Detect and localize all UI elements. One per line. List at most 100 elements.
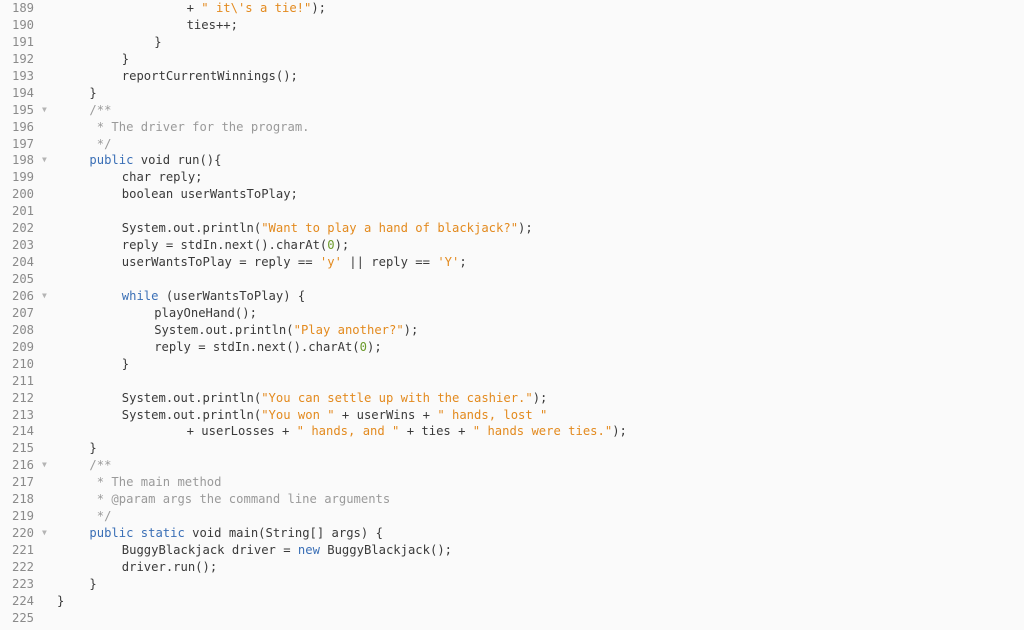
code-token: );: [334, 238, 350, 253]
line-number: 223: [12, 576, 35, 591]
code-line[interactable]: 201: [0, 203, 1024, 220]
code-text: }: [57, 85, 97, 102]
code-text: userWantsToPlay = reply == 'y' || reply …: [57, 254, 467, 271]
code-text: * The driver for the program.: [57, 119, 310, 136]
code-editor[interactable]: 189 + " it\'s a tie!"); 190 ties++; 191} 192}…: [0, 0, 1024, 627]
code-line[interactable]: 206 ▼ while (userWantsToPlay) {: [0, 288, 1024, 305]
code-text: }: [57, 440, 96, 457]
code-text: reportCurrentWinnings();: [57, 68, 298, 85]
line-number: 224: [12, 593, 35, 608]
string-token: 'y': [319, 255, 342, 270]
code-token: +: [186, 1, 202, 15]
code-text: System.out.println("Want to play a hand …: [57, 220, 533, 237]
code-line[interactable]: 204 userWantsToPlay = reply == 'y' || rep…: [0, 254, 1024, 271]
code-line[interactable]: 209 reply = stdIn.next().charAt(0);: [0, 339, 1024, 356]
fold-toggle-icon[interactable]: ▼: [42, 457, 47, 474]
code-line[interactable]: 193 reportCurrentWinnings();: [0, 68, 1024, 85]
line-number: 198: [12, 153, 35, 168]
code-line[interactable]: 197 */: [0, 136, 1024, 153]
code-token: char reply;: [121, 170, 203, 185]
code-token: }: [121, 51, 130, 66]
code-token: ;: [459, 255, 467, 270]
keyword-token: public: [89, 153, 134, 168]
code-line[interactable]: 213 System.out.println("You won " + userW…: [0, 407, 1024, 424]
line-number: 189: [12, 1, 35, 15]
code-token: + userLosses +: [186, 424, 297, 439]
code-text: System.out.println("You can settle up wi…: [57, 390, 548, 407]
code-token: || reply ==: [341, 255, 438, 270]
code-line[interactable]: 211: [0, 373, 1024, 390]
code-line[interactable]: 192}: [0, 51, 1024, 68]
fold-toggle-icon[interactable]: ▼: [42, 102, 47, 119]
code-line[interactable]: 198 ▼ public void run(){: [0, 152, 1024, 169]
comment-token: */: [89, 136, 112, 151]
code-text: public void run(){: [57, 152, 221, 169]
fold-toggle-icon[interactable]: ▼: [42, 288, 47, 305]
code-text: while (userWantsToPlay) {: [57, 288, 305, 305]
code-text: reply = stdIn.next().charAt(0);: [57, 339, 382, 356]
code-line[interactable]: 202 System.out.println("Want to play a ha…: [0, 220, 1024, 237]
code-line[interactable]: 205: [0, 271, 1024, 288]
line-number: 225: [12, 610, 35, 625]
code-line[interactable]: 221 BuggyBlackjack driver = new BuggyBlac…: [0, 542, 1024, 559]
fold-toggle-icon[interactable]: ▼: [42, 152, 47, 169]
code-line[interactable]: 208 System.out.println("Play another?");: [0, 322, 1024, 339]
code-token: userWantsToPlay = reply ==: [121, 255, 320, 270]
code-line[interactable]: 189 + " it\'s a tie!");: [0, 0, 1024, 17]
code-line[interactable]: 215}: [0, 440, 1024, 457]
code-text: }: [57, 34, 162, 51]
code-line[interactable]: 218 * @param args the command line argum…: [0, 491, 1024, 508]
code-text: + " it\'s a tie!");: [57, 0, 326, 17]
code-token: reply = stdIn.next().charAt(: [154, 339, 360, 354]
code-text: }: [57, 51, 129, 68]
code-text: }: [57, 593, 64, 610]
code-token: }: [57, 593, 65, 608]
code-text: public static void main(String[] args) {: [57, 525, 383, 542]
number-token: 0: [327, 238, 335, 253]
code-token: );: [403, 322, 419, 337]
line-number: 194: [12, 85, 35, 100]
code-text: BuggyBlackjack driver = new BuggyBlackja…: [57, 542, 452, 559]
fold-toggle-icon[interactable]: ▼: [42, 525, 47, 542]
code-token: }: [154, 34, 162, 49]
code-text: boolean userWantsToPlay;: [57, 186, 298, 203]
code-token: playOneHand();: [154, 305, 257, 320]
code-text: * @param args the command line arguments: [57, 491, 391, 508]
code-line[interactable]: 207 playOneHand();: [0, 305, 1024, 322]
code-line[interactable]: 220 ▼ public static void main(String[] arg…: [0, 525, 1024, 542]
line-number: 220: [12, 526, 35, 541]
code-text: */: [57, 508, 112, 525]
code-line[interactable]: 191}: [0, 34, 1024, 51]
string-token: "You can settle up with the cashier.": [261, 390, 533, 405]
code-line[interactable]: 196 * The driver for the program.: [0, 119, 1024, 136]
code-line[interactable]: 223}: [0, 576, 1024, 593]
keyword-token: while: [121, 288, 159, 303]
code-line[interactable]: 219 */: [0, 508, 1024, 525]
code-line[interactable]: 214 + userLosses + " hands, and " + ties …: [0, 423, 1024, 440]
code-line[interactable]: 199 char reply;: [0, 169, 1024, 186]
code-line[interactable]: 216 ▼ /**: [0, 457, 1024, 474]
number-token: 0: [359, 339, 367, 354]
code-line[interactable]: 224}: [0, 593, 1024, 610]
code-line[interactable]: 190 ties++;: [0, 17, 1024, 34]
code-line[interactable]: 194}: [0, 85, 1024, 102]
code-line[interactable]: 212 System.out.println("You can settle up…: [0, 390, 1024, 407]
code-line[interactable]: 217 * The main method: [0, 474, 1024, 491]
code-line[interactable]: 225: [0, 610, 1024, 627]
code-line[interactable]: 222 driver.run();: [0, 559, 1024, 576]
comment-token: * @param args the command line arguments: [89, 492, 391, 507]
code-token: reply = stdIn.next().charAt(: [121, 238, 328, 253]
string-token: " hands were ties.": [472, 424, 613, 439]
code-token: );: [366, 339, 382, 354]
code-line[interactable]: 195 ▼ /**: [0, 102, 1024, 119]
code-line[interactable]: 203 reply = stdIn.next().charAt(0);: [0, 237, 1024, 254]
string-token: 'Y': [437, 255, 460, 270]
code-line[interactable]: 200 boolean userWantsToPlay;: [0, 186, 1024, 203]
line-number: 210: [12, 356, 35, 371]
line-number: 204: [12, 255, 35, 270]
code-token: }: [89, 85, 97, 100]
line-number: 215: [12, 441, 35, 456]
code-text: }: [57, 576, 96, 593]
code-line[interactable]: 210}: [0, 356, 1024, 373]
